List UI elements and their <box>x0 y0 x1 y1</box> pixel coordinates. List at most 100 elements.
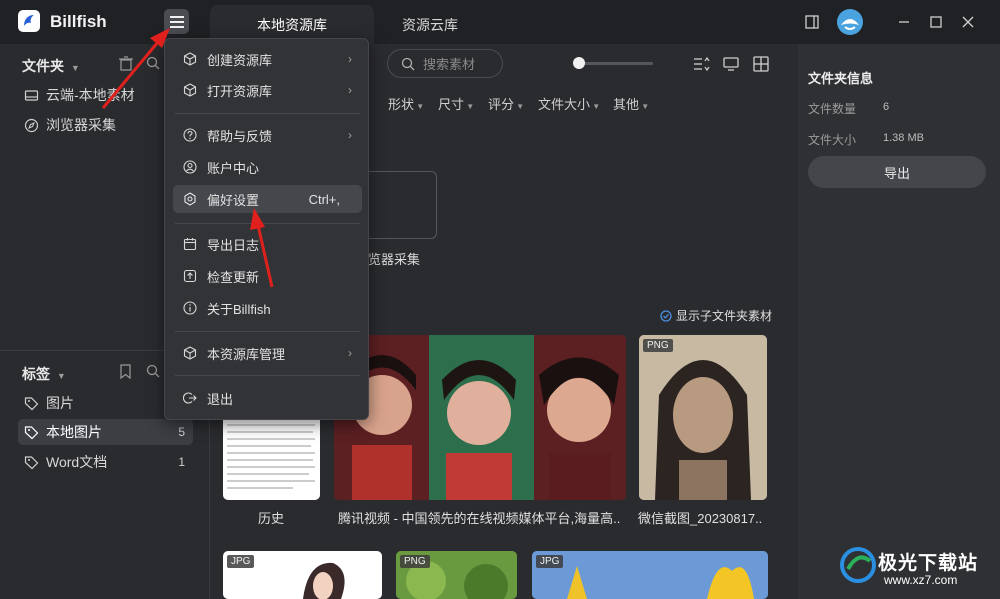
sidebar-tag-local-images[interactable]: 本地图片 5 <box>18 419 193 445</box>
menu-separator <box>175 113 360 114</box>
search-icon <box>401 57 415 70</box>
menu-item-label: 关于Billfish <box>207 301 271 317</box>
tag-icon <box>24 455 39 469</box>
menu-item-create-library[interactable]: 创建资源库 › <box>173 45 362 73</box>
tag-icon <box>24 425 39 439</box>
tags-section-title[interactable]: 标签 ▼ <box>22 364 66 384</box>
watermark-text: 极光下载站 <box>878 553 979 574</box>
file-size-label: 文件大小 <box>808 133 857 147</box>
filter-other[interactable]: 其他 ▼ <box>613 94 649 113</box>
menu-item-label: 本资源库管理 <box>207 346 286 362</box>
menu-separator <box>175 331 360 332</box>
zoom-slider-track[interactable] <box>576 62 653 65</box>
file-type-badge: PNG <box>643 339 673 352</box>
help-icon <box>183 128 197 142</box>
thumbnail-flowers[interactable]: JPG <box>532 551 768 599</box>
sort-icon[interactable] <box>692 55 710 73</box>
settings-icon <box>184 192 196 206</box>
info-icon <box>183 301 197 315</box>
file-size-value: 1.38 MB <box>883 132 924 144</box>
menu-item-preferences[interactable]: 偏好设置 Ctrl+, <box>173 185 362 213</box>
thumbnail-screenshot[interactable]: PNG <box>639 335 767 500</box>
menu-item-about[interactable]: 关于Billfish <box>173 294 362 322</box>
menu-item-check-update[interactable]: 检查更新 <box>173 262 362 290</box>
cube-icon <box>183 83 197 97</box>
app-name: Billfish <box>50 12 107 31</box>
chevron-right-icon: › <box>348 346 352 360</box>
export-button[interactable]: 导出 <box>808 156 986 188</box>
drive-icon <box>24 89 39 101</box>
watermark-url: www.xz7.com <box>884 573 958 587</box>
chevron-down-icon: ▼ <box>56 371 66 381</box>
zoom-slider-knob[interactable] <box>573 57 585 69</box>
menu-item-label: 偏好设置 <box>207 192 260 208</box>
thumbnail-video[interactable] <box>334 335 626 500</box>
tag-search-icon[interactable] <box>146 364 160 381</box>
folder-card-label: 览器采集 <box>368 252 421 267</box>
menu-item-exit[interactable]: 退出 <box>173 384 362 412</box>
watermark: 极光下载站 www.xz7.com <box>840 545 990 593</box>
menu-item-label: 账户中心 <box>207 160 260 176</box>
chevron-right-icon: › <box>348 52 352 66</box>
folders-title-label: 文件夹 <box>22 58 64 74</box>
sidebar-tag-word-docs[interactable]: Word文档 1 <box>18 449 193 475</box>
thumbnail-illustration[interactable]: JPG <box>223 551 382 599</box>
minimize-icon[interactable] <box>895 13 913 31</box>
subfolder-toggle[interactable]: 显示子文件夹素材 <box>660 307 772 324</box>
chevron-down-icon: ▼ <box>514 102 525 111</box>
bookmark-icon[interactable] <box>119 364 132 382</box>
video-frame-image <box>334 335 626 500</box>
filter-label: 评分 <box>488 97 515 112</box>
chevron-down-icon: ▼ <box>70 63 80 73</box>
menu-separator <box>175 223 360 224</box>
chevron-down-icon: ▼ <box>414 102 425 111</box>
menu-item-label: 导出日志 <box>207 237 260 253</box>
file-type-badge: JPG <box>536 555 564 568</box>
menu-item-label: 帮助与反馈 <box>207 128 273 144</box>
filter-label: 其他 <box>613 97 640 112</box>
panel-toggle-icon[interactable] <box>803 13 821 31</box>
menu-item-label: 退出 <box>207 391 234 407</box>
sidebar-item-label: 本地图片 <box>46 424 102 440</box>
folder-card[interactable] <box>365 171 437 239</box>
filter-size[interactable]: 尺寸 ▼ <box>438 94 474 113</box>
search-input[interactable]: 搜索素材 <box>387 49 503 78</box>
menu-item-open-library[interactable]: 打开资源库 › <box>173 76 362 104</box>
sidebar-item-label: Word文档 <box>46 454 108 470</box>
filter-label: 尺寸 <box>438 97 465 112</box>
grid-layout-icon[interactable] <box>752 55 770 73</box>
chevron-down-icon: ▼ <box>590 102 601 111</box>
main-dropdown-menu: 创建资源库 › 打开资源库 › 帮助与反馈 › 账户中心 偏好设置 Ctrl+,… <box>164 38 369 420</box>
menu-item-export-log[interactable]: 导出日志 <box>173 230 362 258</box>
filter-shape[interactable]: 形状 ▼ <box>388 94 424 113</box>
update-icon <box>183 269 197 283</box>
tab-cloud-library[interactable]: 资源云库 <box>380 5 480 44</box>
menu-item-label: 创建资源库 <box>207 52 273 68</box>
folder-info-panel: 文件夹信息 文件数量 6 文件大小 1.38 MB 导出 <box>798 44 1000 599</box>
menu-item-shortcut: Ctrl+, <box>308 191 340 207</box>
file-count-value: 6 <box>883 101 890 113</box>
sidebar-item-label: 浏览器采集 <box>46 117 116 133</box>
flowers-image <box>532 551 768 599</box>
avatar[interactable] <box>837 9 863 35</box>
file-count-label: 文件数量 <box>808 102 857 116</box>
chevron-right-icon: › <box>348 83 352 97</box>
close-icon[interactable] <box>959 13 977 31</box>
chevron-down-icon: ▼ <box>639 102 650 111</box>
filter-file-size[interactable]: 文件大小 ▼ <box>538 94 600 113</box>
cube-icon <box>183 346 197 360</box>
trash-icon[interactable] <box>119 56 133 74</box>
filter-rating[interactable]: 评分 ▼ <box>488 94 524 113</box>
menu-item-library-management[interactable]: 本资源库管理 › <box>173 339 362 367</box>
folders-section-title[interactable]: 文件夹 ▼ <box>22 56 80 76</box>
maximize-icon[interactable] <box>927 13 945 31</box>
main-menu-button[interactable] <box>164 9 189 34</box>
display-icon[interactable] <box>722 55 740 73</box>
menu-item-account-center[interactable]: 账户中心 <box>173 153 362 181</box>
menu-item-help-feedback[interactable]: 帮助与反馈 › <box>173 121 362 149</box>
calendar-icon <box>183 238 197 251</box>
folder-search-icon[interactable] <box>146 56 160 73</box>
title-bar: Billfish 本地资源库 资源云库 <box>0 0 1000 44</box>
thumbnail-green[interactable]: PNG <box>396 551 517 599</box>
menu-item-label: 打开资源库 <box>207 83 273 99</box>
